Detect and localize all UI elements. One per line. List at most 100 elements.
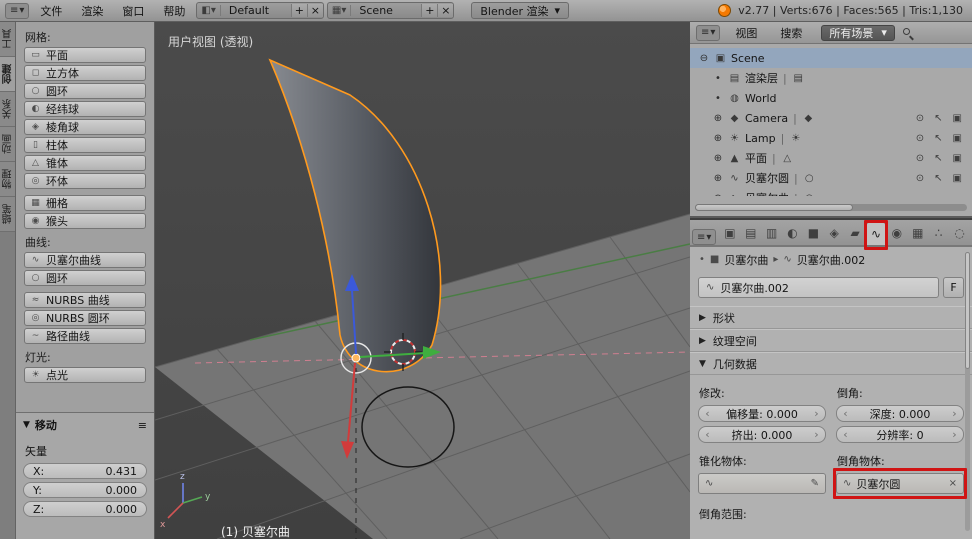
expander-icon[interactable]: ⊕ <box>712 153 724 164</box>
fake-user-button[interactable]: F <box>943 277 964 298</box>
menu-help[interactable]: 帮助 <box>155 1 193 21</box>
render-engine-selector[interactable]: Blender 渲染 ▾ <box>471 2 569 19</box>
renderability-camera-icon[interactable]: ▣ <box>953 173 962 184</box>
visibility-eye-icon[interactable]: ⊙ <box>916 113 924 124</box>
shelf-tab-relations[interactable]: 关系 <box>0 92 15 127</box>
outliner-row-bezier-circle[interactable]: ⊕ ∿ 贝塞尔圆 | ○ ⊙ ↖ ▣ <box>690 168 972 188</box>
add-grid-button[interactable]: ▦栅格 <box>24 195 146 211</box>
add-plane-button[interactable]: ▭平面 <box>24 47 146 63</box>
add-circle-button[interactable]: ○圆环 <box>24 83 146 99</box>
extrude-field[interactable]: ‹ 挤出: 0.000 › <box>698 426 826 443</box>
outliner-view-menu[interactable]: 视图 <box>727 23 765 43</box>
shelf-tab-animation[interactable]: 动画 <box>0 127 15 162</box>
renderability-camera-icon[interactable]: ▣ <box>953 133 962 144</box>
add-cube-button[interactable]: ◻立方体 <box>24 65 146 81</box>
menu-file[interactable]: 文件 <box>32 1 70 21</box>
tab-render[interactable]: ▣ <box>719 222 740 245</box>
datablock-name-field[interactable]: ∿ 贝塞尔曲.002 <box>698 277 939 298</box>
add-cylinder-button[interactable]: ▯柱体 <box>24 137 146 153</box>
delete-scene-button[interactable]: × <box>437 4 453 17</box>
depth-field[interactable]: ‹ 深度: 0.000 › <box>836 405 964 422</box>
properties-scrollbar[interactable] <box>965 252 970 531</box>
visibility-eye-icon[interactable]: ⊙ <box>916 173 924 184</box>
tab-particles[interactable]: ∴ <box>928 222 949 245</box>
resolution-field[interactable]: ‹ 分辨率: 0 › <box>836 426 964 443</box>
scrollbar-thumb[interactable] <box>695 204 853 211</box>
outliner-horizontal-scrollbar[interactable] <box>695 204 967 211</box>
add-path-curve-button[interactable]: ~路径曲线 <box>24 328 146 344</box>
outliner-row-render-layers[interactable]: • ▤ 渲染层 | ▤ <box>690 68 972 88</box>
renderability-camera-icon[interactable]: ▣ <box>953 153 962 164</box>
visibility-eye-icon[interactable]: ⊙ <box>916 133 924 144</box>
add-nurbs-curve-button[interactable]: ≈NURBS 曲线 <box>24 292 146 308</box>
add-ico-sphere-button[interactable]: ◈棱角球 <box>24 119 146 135</box>
translate-y-field[interactable]: Y: 0.000 <box>23 482 147 498</box>
decrease-icon[interactable]: ‹ <box>841 429 850 440</box>
outliner-editor-type-button[interactable]: ≡▾ <box>696 25 720 41</box>
increase-icon[interactable]: › <box>812 408 821 419</box>
menu-window[interactable]: 窗口 <box>114 1 152 21</box>
add-uv-sphere-button[interactable]: ◐经纬球 <box>24 101 146 117</box>
add-torus-button[interactable]: ◎环体 <box>24 173 146 189</box>
tab-material[interactable]: ◉ <box>886 222 907 245</box>
add-scene-button[interactable]: + <box>421 4 437 17</box>
translate-x-field[interactable]: X: 0.431 <box>23 463 147 479</box>
selectability-pointer-icon[interactable]: ↖ <box>934 173 942 184</box>
outliner-row-lamp[interactable]: ⊕ ☀ Lamp | ☀ ⊙ ↖ ▣ <box>690 128 972 148</box>
scrollbar-thumb[interactable] <box>965 252 970 369</box>
panel-expand-icon[interactable]: ▼ <box>23 420 30 430</box>
tab-render-layers[interactable]: ▤ <box>740 222 761 245</box>
outliner-row-bezier-curve[interactable]: ⊕ ∿ 贝塞尔曲 | ○ <box>690 188 972 196</box>
add-nurbs-circle-button[interactable]: ◎NURBS 圆环 <box>24 310 146 326</box>
properties-editor-type-button[interactable]: ≡▾ <box>692 229 716 245</box>
screen-layout-selector[interactable]: ◧▾ Default + × <box>196 2 323 19</box>
outliner-search-menu[interactable]: 搜索 <box>772 23 810 43</box>
shelf-tab-grease-pencil[interactable]: 蜡笔 <box>0 197 15 232</box>
shelf-tab-tools[interactable]: 工具 <box>0 22 15 57</box>
menu-render[interactable]: 渲染 <box>73 1 111 21</box>
panel-shape[interactable]: ▶ 形状 <box>690 306 972 329</box>
expander-icon[interactable]: ⊕ <box>712 193 724 197</box>
shelf-tab-physics[interactable]: 物理 <box>0 162 15 197</box>
increase-icon[interactable]: › <box>812 429 821 440</box>
tab-modifiers[interactable]: ▰ <box>845 222 866 245</box>
tab-physics[interactable]: ◌ <box>949 222 970 245</box>
taper-object-field[interactable]: ∿ ✎ <box>698 473 826 494</box>
pin-icon[interactable]: • <box>699 254 705 265</box>
bevel-object-field[interactable]: ∿ 贝塞尔圆 × <box>836 473 964 494</box>
decrease-icon[interactable]: ‹ <box>703 429 712 440</box>
outliner-row-world[interactable]: • ◍ World <box>690 88 972 108</box>
tab-scene[interactable]: ▥ <box>761 222 782 245</box>
tab-world[interactable]: ◐ <box>782 222 803 245</box>
3d-viewport[interactable]: z y x 用户视图 (透视) (1) 贝塞尔曲 <box>155 22 690 539</box>
outliner-filter-dropdown[interactable]: 所有场景 ▾ <box>821 25 895 41</box>
add-point-lamp-button[interactable]: ☀点光 <box>24 367 146 383</box>
clear-x-icon[interactable]: × <box>949 478 957 489</box>
selectability-pointer-icon[interactable]: ↖ <box>934 113 942 124</box>
panel-geometry[interactable]: ▼ 几何数据 <box>690 352 972 375</box>
decrease-icon[interactable]: ‹ <box>703 408 712 419</box>
panel-menu-icon[interactable]: ≡ <box>138 419 147 432</box>
breadcrumb-data[interactable]: 贝塞尔曲.002 <box>797 252 866 268</box>
outliner-row-plane[interactable]: ⊕ ▲ 平面 | △ ⊙ ↖ ▣ <box>690 148 972 168</box>
info-editor-type-button[interactable]: ≡▾ <box>5 3 29 19</box>
shelf-tab-create[interactable]: 创建 <box>0 57 15 92</box>
tab-texture[interactable]: ▦ <box>907 222 928 245</box>
scene-selector[interactable]: ▦▾ Scene + × <box>327 2 454 19</box>
outliner-row-scene[interactable]: ⊖ ▣ Scene <box>690 48 972 68</box>
decrease-icon[interactable]: ‹ <box>841 408 850 419</box>
outliner-row-camera[interactable]: ⊕ ◆ Camera | ◆ ⊙ ↖ ▣ <box>690 108 972 128</box>
renderability-camera-icon[interactable]: ▣ <box>953 113 962 124</box>
add-bezier-circle-button[interactable]: ○圆环 <box>24 270 146 286</box>
eyedropper-icon[interactable]: ✎ <box>811 478 819 489</box>
add-bezier-curve-button[interactable]: ∿贝塞尔曲线 <box>24 252 146 268</box>
selectability-pointer-icon[interactable]: ↖ <box>934 133 942 144</box>
add-cone-button[interactable]: △锥体 <box>24 155 146 171</box>
increase-icon[interactable]: › <box>950 408 959 419</box>
breadcrumb-object[interactable]: 贝塞尔曲 <box>724 252 768 268</box>
expander-icon[interactable]: ⊕ <box>712 133 724 144</box>
increase-icon[interactable]: › <box>950 429 959 440</box>
expander-icon[interactable]: ⊕ <box>712 173 724 184</box>
delete-layout-button[interactable]: × <box>307 4 323 17</box>
expander-icon[interactable]: ⊖ <box>698 53 710 64</box>
